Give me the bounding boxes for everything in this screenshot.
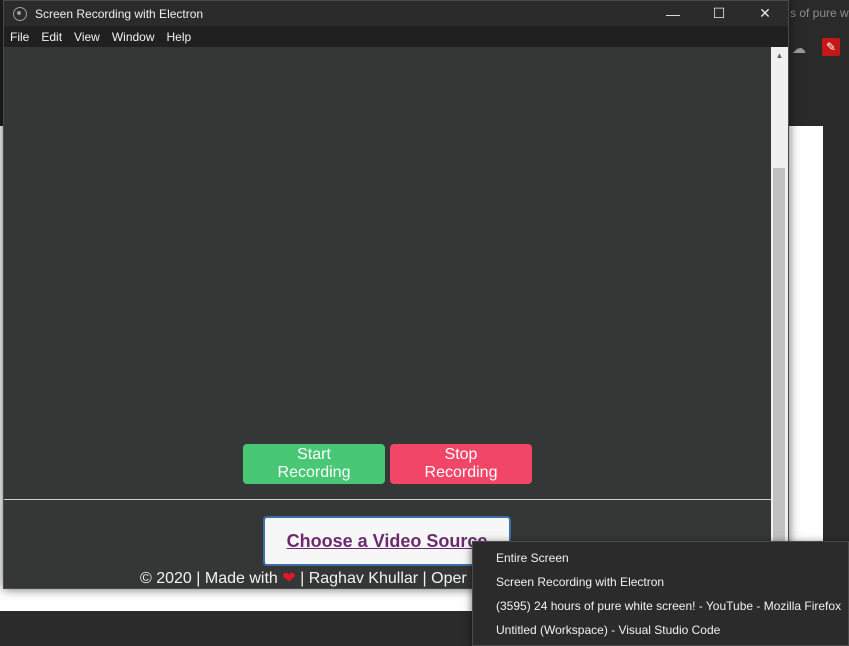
menu-help[interactable]: Help [161,30,198,44]
maximize-icon[interactable]: ☐ [696,1,742,26]
start-recording-button[interactable]: Start Recording [243,444,385,484]
title-bar[interactable]: Screen Recording with Electron — ☐ ✕ [4,1,788,26]
vertical-scrollbar[interactable]: ▲ [771,47,788,588]
recording-controls: Start Recording Stop Recording [243,444,532,484]
menu-bar: File Edit View Window Help [4,26,788,47]
footer: © 2020 | Made with ❤ | Raghav Khullar | … [140,568,467,588]
scroll-up-icon[interactable]: ▲ [771,47,788,64]
scroll-thumb[interactable] [773,168,785,588]
extension-red-icon[interactable]: ✎ [822,38,840,56]
menu-edit[interactable]: Edit [35,30,68,44]
footer-suffix: | Raghav Khullar | Oper [295,570,467,587]
video-source-menu: Entire Screen Screen Recording with Elec… [472,541,849,646]
menu-window[interactable]: Window [106,30,161,44]
footer-prefix: © 2020 | Made with [140,570,283,587]
app-content: Start Recording Stop Recording Choose a … [4,47,772,588]
menu-item-entire-screen[interactable]: Entire Screen [473,546,848,570]
window-title: Screen Recording with Electron [35,6,204,21]
minimize-icon[interactable]: — [650,1,696,26]
menu-file[interactable]: File [4,30,35,44]
menu-item-firefox-window[interactable]: (3595) 24 hours of pure white screen! - … [473,594,848,618]
background-tab-text: s of pure w [790,6,849,20]
heart-icon: ❤ [282,570,296,587]
divider [4,499,772,500]
menu-view[interactable]: View [68,30,106,44]
menu-item-vscode-window[interactable]: Untitled (Workspace) - Visual Studio Cod… [473,618,848,642]
stop-recording-button[interactable]: Stop Recording [390,444,532,484]
menu-item-electron-window[interactable]: Screen Recording with Electron [473,570,848,594]
background-scroll-area [823,126,849,611]
electron-app-icon [13,6,27,21]
close-icon[interactable]: ✕ [742,1,788,26]
electron-window: Screen Recording with Electron — ☐ ✕ Fil… [3,0,789,589]
extension-icon[interactable]: ☁ [792,40,810,56]
